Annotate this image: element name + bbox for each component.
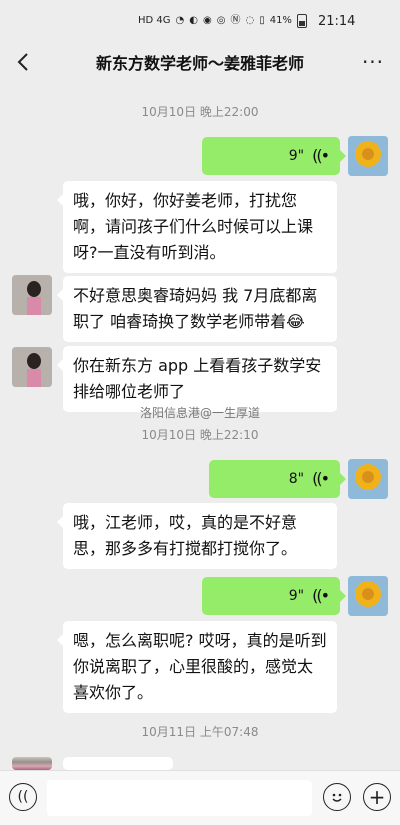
voice-input-button[interactable]: ((	[9, 783, 37, 811]
clock: 21:14	[317, 13, 356, 29]
battery-icon	[296, 14, 307, 28]
message-input[interactable]	[47, 780, 312, 816]
message-bubble[interactable]: 你在新东方 app 上看看孩子数学安排给哪位老师了	[57, 346, 337, 412]
message-bubble[interactable]: 哦，你好，你好姜老师，打扰您啊，请问孩子们什么时候可以上课呀?一直没有听到消。	[57, 181, 337, 273]
voice-message[interactable]: 9" ((•	[202, 137, 346, 175]
sunflower-icon	[348, 136, 388, 176]
status-bar: HD 4G ◔ ◐ ◉ ◎ Ⓝ ◌ ▯ 41% 21:14	[0, 0, 400, 42]
emoji-button[interactable]	[323, 783, 351, 811]
contact-avatar[interactable]	[12, 757, 52, 770]
timestamp: 10月10日 晚上22:00	[141, 105, 259, 119]
timestamp: 10月11日 上午07:48	[141, 725, 259, 739]
message-text: 哦，你好，你好姜老师，打扰您啊，请问孩子们什么时候可以上课呀?一直没有听到消。	[73, 191, 314, 262]
back-button[interactable]	[10, 48, 36, 76]
wifi-icon: ◔	[175, 15, 185, 26]
voice-duration: 8"	[288, 471, 305, 487]
emoji-icon	[332, 793, 342, 802]
signal-icon: ◐	[189, 15, 198, 26]
message-bubble[interactable]: 哦，江老师，哎，真的是不好意思，那多多有打搅都打搅你了。	[57, 503, 337, 569]
message-bubble-partial[interactable]	[57, 757, 173, 782]
mute-icon: ◌	[245, 15, 255, 26]
sunflower-icon	[348, 576, 388, 616]
message-text: 嗯，怎么离职呢? 哎呀，真的是听到你说离职了，心里很酸的，感觉太喜欢你了。	[73, 631, 327, 702]
voice-duration: 9"	[288, 588, 305, 604]
add-button[interactable]: +	[363, 783, 391, 811]
watermark: 洛阳信息港@一生厚道	[139, 406, 260, 420]
voice-duration: 9"	[288, 148, 305, 164]
contact-avatar[interactable]	[12, 275, 52, 315]
message-text: 哦，江老师，哎，真的是不好意思，那多多有打搅都打搅你了。	[73, 513, 298, 558]
my-avatar[interactable]	[348, 136, 388, 176]
voice-wave-icon: ((•	[312, 469, 330, 488]
voice-message[interactable]: 9" ((•	[202, 577, 346, 615]
network-indicator: HD 4G	[138, 15, 171, 26]
portrait-icon	[12, 275, 52, 315]
message-bubble[interactable]: 嗯，怎么离职呢? 哎呀，真的是听到你说离职了，心里很酸的，感觉太喜欢你了。	[57, 621, 337, 713]
input-bar: (( +	[0, 770, 400, 825]
sunflower-icon	[348, 459, 388, 499]
more-dots-icon: ···	[361, 50, 385, 74]
my-avatar[interactable]	[348, 576, 388, 616]
my-avatar[interactable]	[348, 459, 388, 499]
battery-percent: 41%	[269, 15, 292, 26]
chat-header: 新东方数学老师～姜雅菲老师 ···	[0, 42, 400, 82]
more-button[interactable]: ···	[358, 48, 388, 76]
location-icon: ◉	[202, 15, 212, 26]
voice-wave-icon: ((•	[312, 586, 330, 605]
message-bubble[interactable]: 不好意思奥睿琦妈妈 我 7月底都离职了 咱睿琦换了数学老师带着😂	[57, 276, 337, 342]
timestamp: 10月10日 晚上22:10	[141, 428, 259, 442]
voice-input-icon: ((	[17, 789, 29, 805]
status-icons: HD 4G ◔ ◐ ◉ ◎ Ⓝ ◌ ▯ 41% 21:14	[138, 14, 355, 29]
nfc-icon: Ⓝ	[230, 15, 241, 26]
voice-wave-icon: ((•	[312, 146, 330, 165]
chat-title: 新东方数学老师～姜雅菲老师	[95, 54, 304, 73]
voice-message[interactable]: 8" ((•	[209, 460, 346, 498]
contact-avatar[interactable]	[12, 347, 52, 387]
vibrate-icon: ▯	[259, 15, 265, 26]
plus-icon: +	[368, 785, 386, 809]
portrait-icon	[12, 347, 52, 387]
eye-icon: ◎	[216, 15, 226, 26]
message-text: 不好意思奥睿琦妈妈 我 7月底都离职了 咱睿琦换了数学老师带着😂	[73, 286, 318, 331]
chevron-left-icon	[17, 53, 28, 71]
message-text: 你在新东方 app 上看看孩子数学安排给哪位老师了	[73, 356, 322, 401]
